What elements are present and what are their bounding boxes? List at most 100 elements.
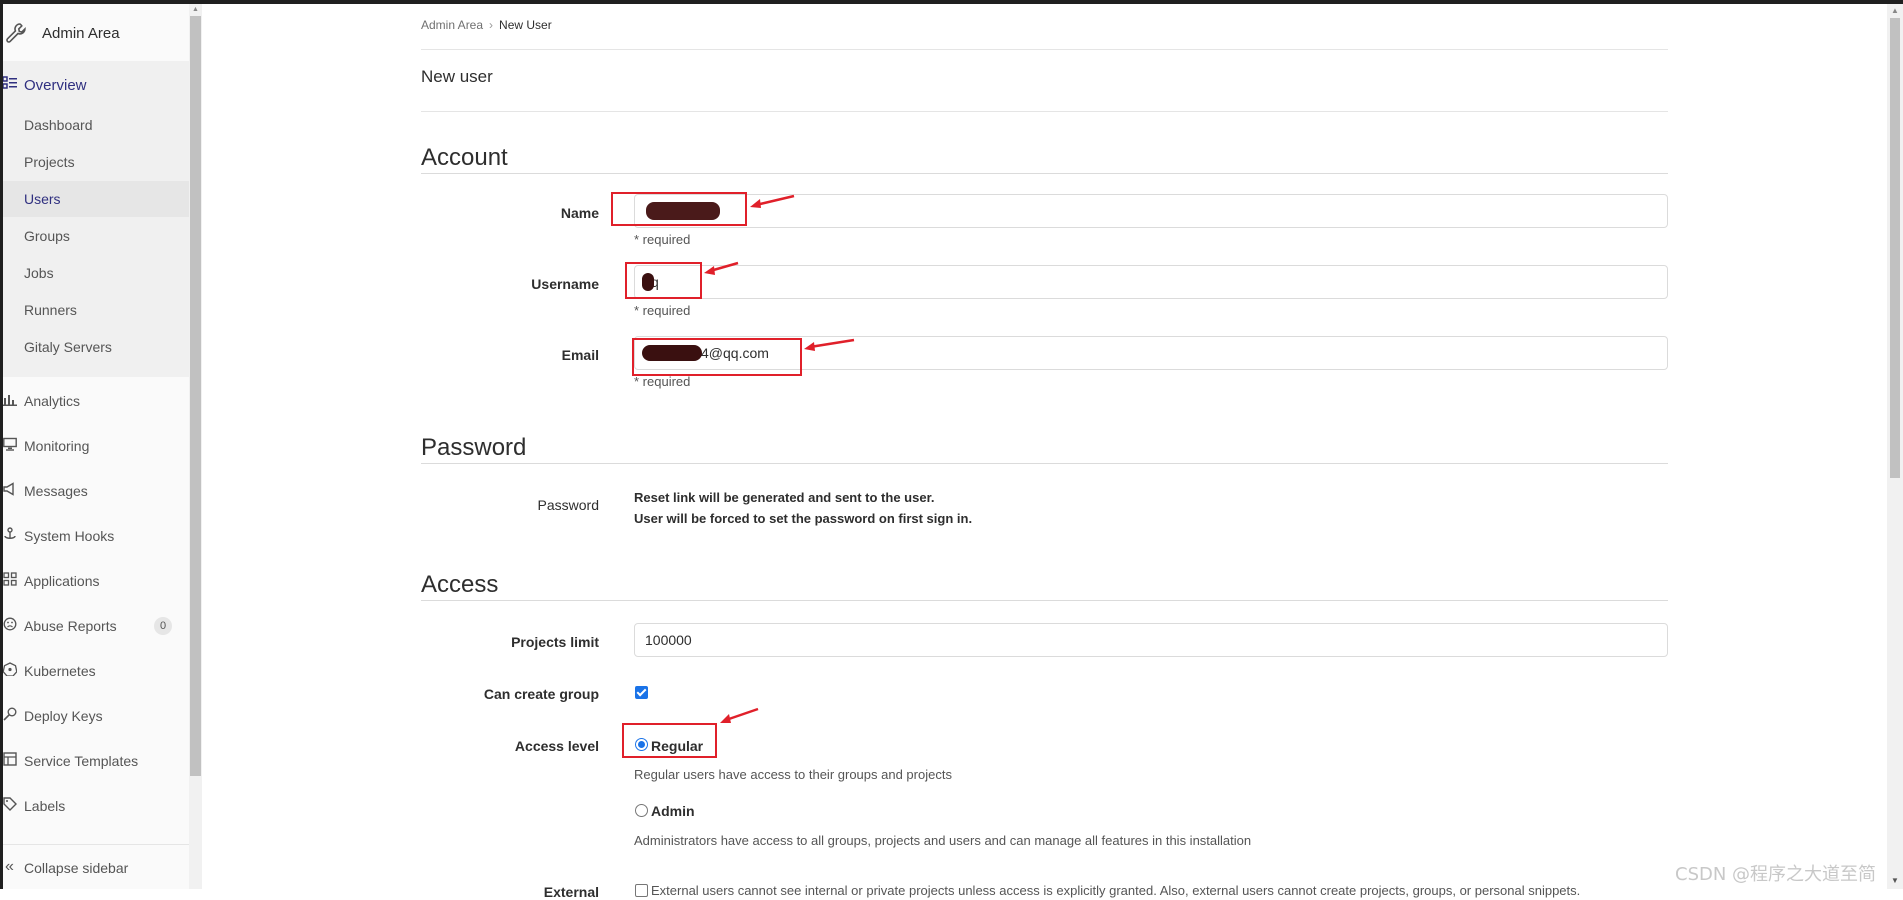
- main-scroll-up-arrow-icon[interactable]: ▲: [1891, 6, 1899, 15]
- sidebar-item-label: Dashboard: [24, 117, 93, 133]
- password-heading-underline: [421, 463, 1668, 464]
- sidebar-item-label: Abuse Reports: [24, 618, 117, 634]
- sidebar-item-label: Deploy Keys: [24, 708, 103, 724]
- admin-sidebar: Admin Area Overview Dashboard Projects U…: [2, 4, 189, 889]
- annotation-arrow-access-level: [720, 707, 759, 723]
- sidebar-item-label: Overview: [24, 77, 87, 94]
- sidebar-item-label: System Hooks: [24, 528, 115, 544]
- sidebar-item-jobs[interactable]: Jobs: [3, 255, 189, 291]
- projects-limit-label: Projects limit: [511, 634, 599, 650]
- main-content: Admin Area › New User New user Account Nam…: [202, 4, 1887, 900]
- wrench-icon: [5, 22, 29, 46]
- sidebar-item-overview[interactable]: Overview: [2, 67, 189, 103]
- sidebar-scrollbar[interactable]: ▲: [189, 4, 202, 889]
- access-heading-underline: [421, 600, 1668, 601]
- kubernetes-icon: [2, 662, 19, 680]
- sidebar-item-label: Runners: [24, 302, 77, 318]
- sidebar-item-messages[interactable]: Messages: [3, 473, 189, 509]
- email-required-hint: * required: [634, 374, 691, 389]
- projects-limit-field[interactable]: 100000: [634, 623, 1668, 657]
- sidebar-item-label: Analytics: [24, 393, 81, 409]
- name-required-hint: * required: [634, 232, 691, 247]
- sidebar-item-label: Groups: [24, 228, 70, 244]
- password-heading: Password: [421, 434, 527, 461]
- password-info-line1: Reset link will be generated and sent to…: [634, 490, 935, 505]
- monitor-icon: [3, 437, 19, 455]
- sidebar-item-users[interactable]: Users: [3, 181, 189, 217]
- sidebar-scrollbar-thumb[interactable]: [190, 16, 201, 776]
- breadcrumb-current: New User: [499, 18, 552, 32]
- sidebar-item-monitoring[interactable]: Monitoring: [3, 428, 189, 464]
- admin-help-text: Administrators have access to all groups…: [634, 833, 1252, 848]
- sidebar-item-system-hooks[interactable]: System Hooks: [3, 518, 189, 554]
- sidebar-item-dashboard[interactable]: Dashboard: [3, 107, 189, 143]
- email-label: Email: [561, 347, 599, 363]
- username-label: Username: [531, 276, 599, 292]
- annotation-arrow-email: [804, 338, 855, 351]
- password-label: Password: [537, 497, 599, 513]
- access-heading: Access: [421, 571, 499, 598]
- sidebar-item-analytics[interactable]: Analytics: [3, 383, 189, 419]
- account-heading: Account: [421, 144, 508, 171]
- chart-icon: [3, 392, 19, 410]
- face-icon: [3, 617, 19, 635]
- main-scroll-down-arrow-icon[interactable]: ▼: [1891, 876, 1899, 885]
- sidebar-item-label: Jobs: [24, 265, 54, 281]
- scroll-up-arrow-icon[interactable]: ▲: [192, 6, 199, 13]
- external-label: External: [543, 884, 599, 900]
- collapse-sidebar-label: Collapse sidebar: [24, 860, 129, 876]
- username-field[interactable]: q: [634, 265, 1668, 299]
- breadcrumb-admin-area[interactable]: Admin Area: [421, 18, 483, 32]
- sidebar-item-label: Service Templates: [24, 753, 139, 769]
- breadcrumb-separator: ›: [489, 18, 494, 32]
- sidebar-header[interactable]: Admin Area: [3, 4, 189, 60]
- sidebar-item-applications[interactable]: Applications: [3, 563, 189, 599]
- sidebar-item-projects[interactable]: Projects: [3, 144, 189, 180]
- sidebar-item-gitaly-servers[interactable]: Gitaly Servers: [3, 329, 189, 365]
- annotation-arrow-name: [750, 194, 795, 208]
- sidebar-item-kubernetes[interactable]: Kubernetes: [2, 653, 189, 689]
- key-icon: [3, 707, 19, 725]
- abuse-reports-count-badge: 0: [154, 617, 172, 635]
- template-icon: [3, 752, 19, 770]
- sidebar-item-label: Kubernetes: [24, 663, 96, 679]
- sidebar-item-labels[interactable]: Labels: [3, 788, 189, 824]
- sidebar-item-service-templates[interactable]: Service Templates: [3, 743, 189, 779]
- account-heading-underline: [421, 173, 1668, 174]
- sidebar-item-deploy-keys[interactable]: Deploy Keys: [3, 698, 189, 734]
- sidebar-item-groups[interactable]: Groups: [3, 218, 189, 254]
- sidebar-item-label: Gitaly Servers: [24, 339, 112, 355]
- annotation-box-access-level: [622, 723, 717, 758]
- main-scrollbar-thumb[interactable]: [1890, 18, 1900, 478]
- can-create-group-label: Can create group: [483, 686, 599, 702]
- sidebar-item-runners[interactable]: Runners: [3, 292, 189, 328]
- main-scrollbar[interactable]: ▲ ▼: [1887, 4, 1903, 889]
- regular-help-text: Regular users have access to their group…: [634, 767, 952, 782]
- sidebar-title: Admin Area: [42, 25, 120, 42]
- name-label: Name: [560, 205, 599, 221]
- access-level-admin-radio[interactable]: [635, 804, 648, 817]
- grid-icon: [3, 572, 19, 590]
- megaphone-icon: [3, 482, 19, 500]
- username-required-hint: * required: [634, 303, 691, 318]
- sidebar-item-abuse-reports[interactable]: Abuse Reports 0: [3, 608, 189, 644]
- overview-section: Overview Dashboard Projects Users Groups…: [2, 61, 189, 377]
- csdn-watermark: CSDN @程序之大道至简: [1675, 864, 1877, 885]
- breadcrumb-divider: [421, 49, 1668, 50]
- double-chevron-left-icon: «: [5, 858, 14, 875]
- title-divider: [421, 111, 1668, 112]
- access-level-admin-label[interactable]: Admin: [651, 803, 695, 819]
- can-create-group-checkbox[interactable]: [635, 686, 648, 699]
- breadcrumb: Admin Area › New User: [421, 18, 552, 32]
- hook-icon: [3, 527, 19, 545]
- sidebar-item-label: Labels: [24, 798, 66, 814]
- sidebar-item-label: Monitoring: [24, 438, 90, 454]
- external-help-text: External users cannot see internal or pr…: [651, 883, 1581, 898]
- annotation-box-username: [625, 262, 702, 299]
- annotation-box-email: [632, 338, 802, 376]
- label-icon: [3, 797, 19, 815]
- sidebar-item-label: Applications: [24, 573, 100, 589]
- external-checkbox[interactable]: [635, 884, 648, 897]
- sidebar-item-label: Projects: [24, 154, 75, 170]
- collapse-sidebar-button[interactable]: « Collapse sidebar: [3, 844, 189, 889]
